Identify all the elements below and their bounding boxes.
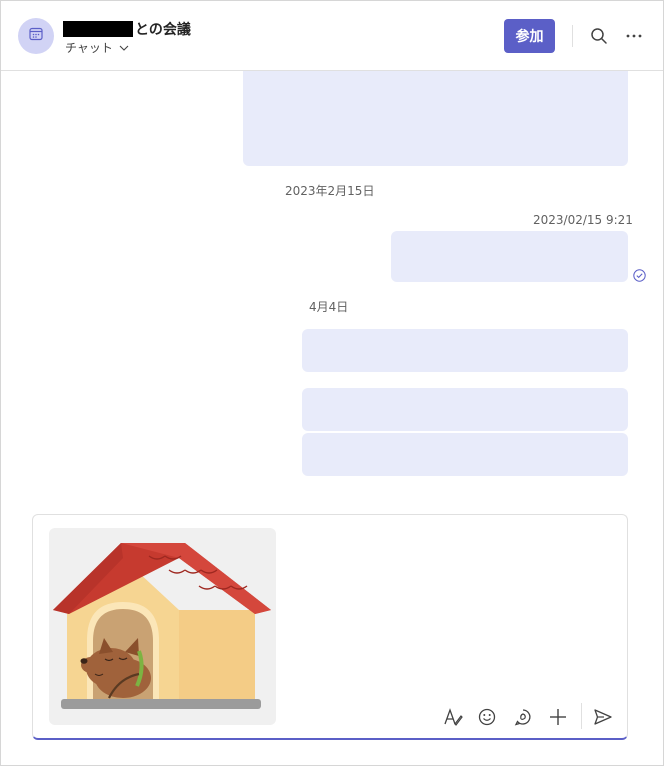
format-icon[interactable] — [443, 707, 463, 727]
message-bubble[interactable] — [391, 231, 628, 282]
chat-title[interactable]: との会議 — [63, 19, 191, 39]
check-circle-icon — [633, 267, 646, 286]
search-icon[interactable] — [590, 27, 608, 45]
chat-title-text: との会議 — [135, 22, 191, 38]
chat-tab-label: チャット — [65, 41, 113, 55]
join-button[interactable]: 参加 — [504, 19, 555, 53]
date-separator: 2023年2月15日 — [285, 184, 375, 198]
chat-header: との会議 チャット 参加 — [1, 1, 663, 71]
chat-window: との会議 チャット 参加 2023年2月15日 2023/02/15 9:21 … — [0, 0, 664, 766]
loop-icon[interactable] — [513, 707, 533, 727]
send-icon[interactable] — [593, 707, 613, 727]
chat-tab-dropdown[interactable]: チャット — [65, 39, 129, 56]
add-icon[interactable] — [548, 707, 568, 727]
message-bubble[interactable] — [302, 329, 628, 372]
toolbar-divider — [581, 703, 582, 729]
sticker-attachment[interactable] — [49, 528, 276, 725]
message-bubble[interactable] — [243, 71, 628, 166]
compose-box[interactable] — [32, 514, 628, 740]
meeting-avatar[interactable] — [18, 18, 54, 54]
message-bubble[interactable] — [302, 433, 628, 476]
chevron-down-icon — [119, 41, 129, 55]
message-timestamp: 2023/02/15 9:21 — [533, 213, 633, 227]
dog-house-sticker — [53, 543, 271, 709]
emoji-icon[interactable] — [477, 707, 497, 727]
header-divider — [572, 25, 573, 47]
date-separator: 4月4日 — [309, 300, 349, 314]
message-bubble[interactable] — [302, 388, 628, 431]
calendar-icon — [28, 26, 44, 46]
more-icon[interactable] — [625, 27, 643, 45]
redacted-name — [63, 21, 133, 37]
